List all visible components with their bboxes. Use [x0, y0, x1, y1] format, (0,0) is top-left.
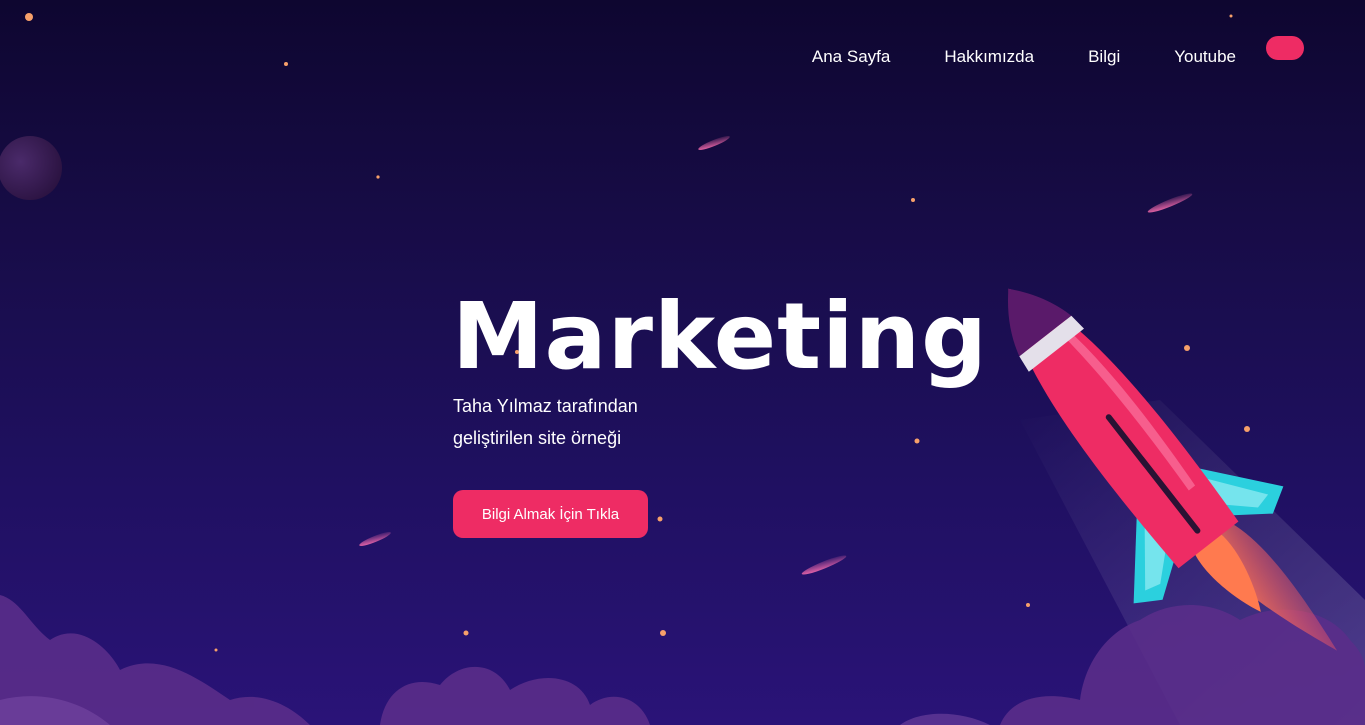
nav-link-hakkimizda[interactable]: Hakkımızda — [944, 47, 1034, 67]
nav-link-bilgi[interactable]: Bilgi — [1088, 47, 1120, 67]
hero-subtitle-line1: Taha Yılmaz tarafından — [453, 396, 638, 416]
hero-subtitle-line2: geliştirilen site örneği — [453, 428, 622, 448]
info-cta-button[interactable]: Bilgi Almak İçin Tıkla — [453, 490, 648, 538]
nav-link-youtube[interactable]: Youtube — [1174, 47, 1236, 67]
nav-link-ana-sayfa[interactable]: Ana Sayfa — [812, 47, 890, 67]
hero-subtitle: Taha Yılmaz tarafından geliştirilen site… — [453, 390, 713, 454]
clouds — [0, 595, 1365, 725]
hero-title: Marketing — [452, 283, 988, 390]
planet — [0, 136, 62, 200]
nav-menu-pill-button[interactable] — [1266, 36, 1304, 60]
